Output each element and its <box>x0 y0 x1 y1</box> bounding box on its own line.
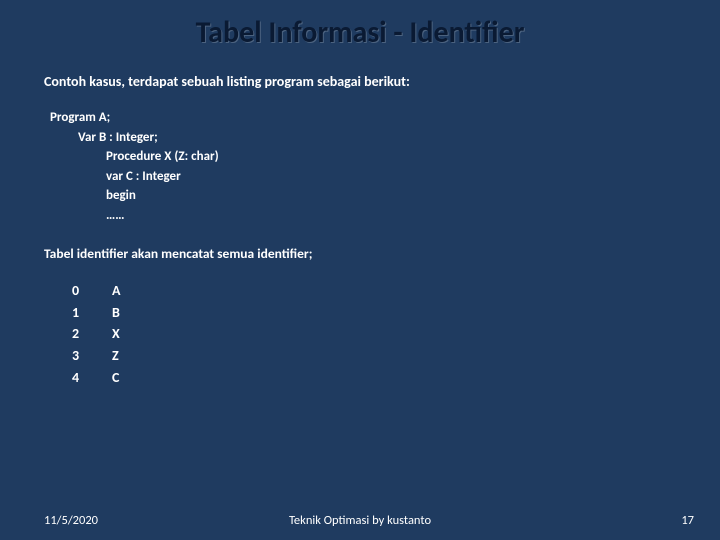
identifier-table: 0 A 1 B 2 X 3 Z 4 C <box>72 280 676 388</box>
intro-text: Contoh kasus, terdapat sebuah listing pr… <box>44 73 676 90</box>
footer: 11/5/2020 Teknik Optimasi by kustanto 17 <box>0 513 720 528</box>
code-line: Var B : Integer; <box>78 128 676 148</box>
table-row: 3 Z <box>72 345 676 367</box>
table-value: B <box>112 302 152 324</box>
code-line: var C : Integer <box>106 167 676 187</box>
table-row: 0 A <box>72 280 676 302</box>
code-line: begin <box>106 186 676 206</box>
table-row: 4 C <box>72 367 676 389</box>
code-line: Program A; <box>50 108 676 128</box>
table-index: 1 <box>72 302 112 324</box>
note-text: Tabel identifier akan mencatat semua ide… <box>44 245 676 262</box>
table-value: X <box>112 323 152 345</box>
footer-page-number: 17 <box>681 513 694 528</box>
table-value: Z <box>112 345 152 367</box>
table-index: 0 <box>72 280 112 302</box>
table-index: 2 <box>72 323 112 345</box>
table-row: 2 X <box>72 323 676 345</box>
table-value: A <box>112 280 152 302</box>
footer-author: Teknik Optimasi by kustanto <box>289 513 431 528</box>
page-title: Tabel Informasi - Identifier <box>0 0 720 61</box>
table-index: 3 <box>72 345 112 367</box>
code-listing: Program A; Var B : Integer; Procedure X … <box>44 108 676 225</box>
table-value: C <box>112 367 152 389</box>
footer-date: 11/5/2020 <box>44 513 98 528</box>
code-line: Procedure X (Z: char) <box>106 147 676 167</box>
content-area: Contoh kasus, terdapat sebuah listing pr… <box>0 73 720 388</box>
table-row: 1 B <box>72 302 676 324</box>
code-line: …… <box>106 206 676 226</box>
table-index: 4 <box>72 367 112 389</box>
